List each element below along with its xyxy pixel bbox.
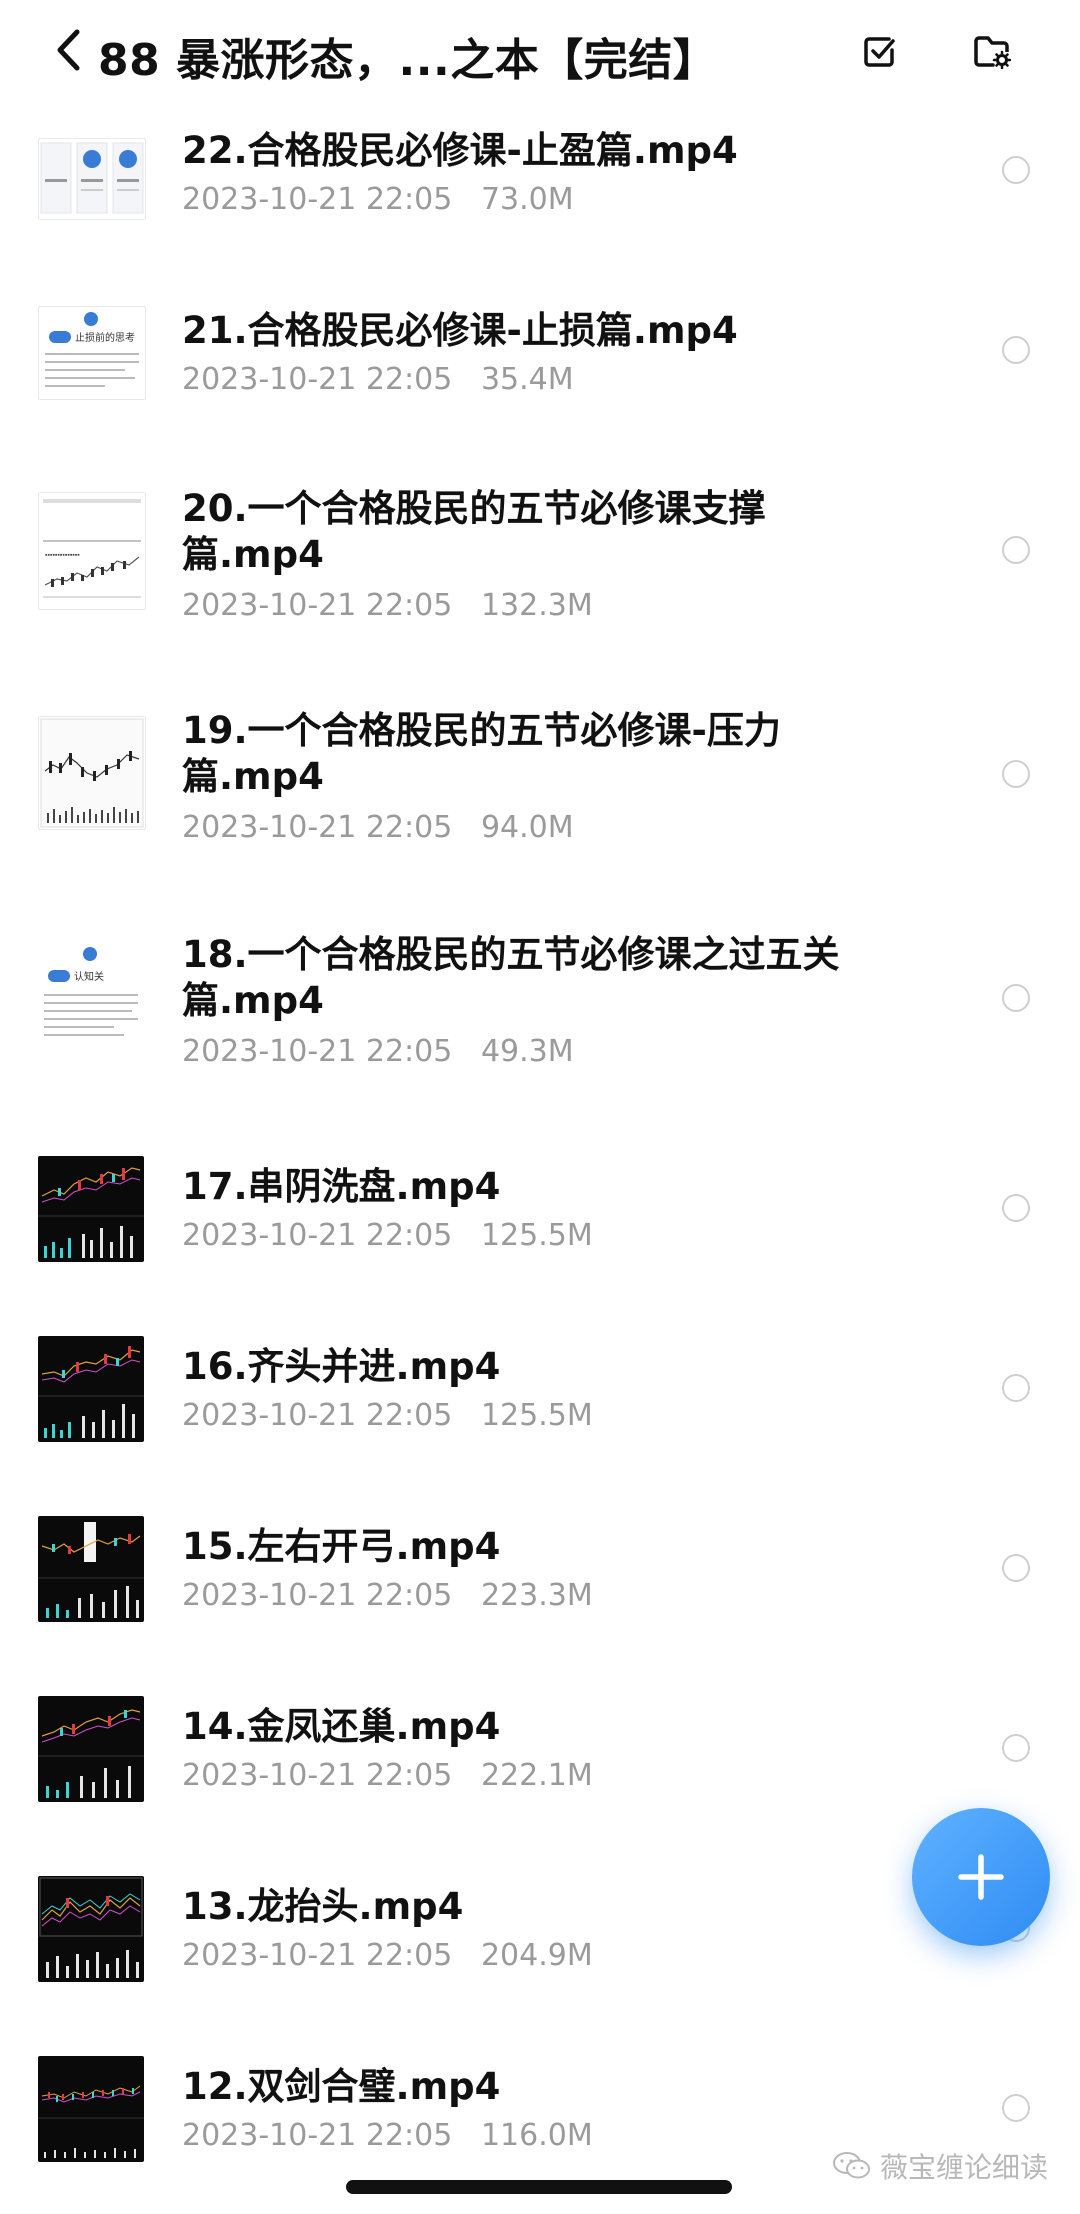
file-size: 94.0M: [480, 810, 574, 845]
file-date: 2023-10-21 22:05: [182, 588, 453, 623]
file-thumbnail: [38, 2056, 144, 2162]
file-meta: 2023-10-21 22:05 49.3M: [182, 1034, 574, 1069]
file-thumbnail: [38, 1336, 144, 1442]
file-size: 125.5M: [480, 1218, 593, 1253]
folder-settings-icon: [974, 36, 1011, 69]
file-date: 2023-10-21 22:05: [182, 1034, 453, 1069]
list-item[interactable]: 19.一个合格股民的五节必修课-压力篇.mp4 2023-10-21 22:05…: [0, 698, 1080, 878]
file-date: 2023-10-21 22:05: [182, 1398, 453, 1433]
file-meta: 2023-10-21 22:05 125.5M: [182, 1398, 593, 1433]
file-date: 2023-10-21 22:05: [182, 1578, 453, 1613]
plus-icon: [958, 1854, 1004, 1900]
thumb-caption: 认知关: [74, 970, 104, 983]
select-radio[interactable]: [1002, 1374, 1030, 1402]
list-item[interactable]: 认知关 18.一个合格股民的五节必修课之过五关篇.mp4 2023-10-21 …: [0, 922, 1080, 1102]
home-indicator[interactable]: [346, 2180, 732, 2194]
watermark: 薇宝缠论细读: [832, 2146, 1048, 2186]
list-item[interactable]: 止损前的思考 21.合格股民必修课-止损篇.mp4 2023-10-21 22:…: [0, 296, 1080, 426]
thumb-caption: 止损前的思考: [75, 331, 135, 344]
file-size: 125.5M: [480, 1398, 593, 1433]
select-radio[interactable]: [1002, 760, 1030, 788]
select-radio[interactable]: [1002, 336, 1030, 364]
folder-settings-button[interactable]: [970, 30, 1014, 74]
file-date: 2023-10-21 22:05: [182, 1218, 453, 1253]
file-meta: 2023-10-21 22:05 204.9M: [182, 1938, 593, 1973]
file-thumbnail: [38, 1516, 144, 1622]
file-name: 12.双剑合璧.mp4: [182, 2065, 501, 2108]
list-item[interactable]: 14.金凤还巢.mp4 2023-10-21 22:05 222.1M: [0, 1692, 1080, 1822]
file-thumbnail: 止损前的思考: [38, 306, 146, 400]
file-thumbnail: [38, 1876, 144, 1982]
file-date: 2023-10-21 22:05: [182, 1938, 453, 1973]
file-meta: 2023-10-21 22:05 132.3M: [182, 588, 593, 623]
wechat-icon: [833, 2152, 870, 2179]
file-date: 2023-10-21 22:05: [182, 2118, 453, 2153]
file-size: 222.1M: [480, 1758, 593, 1793]
file-meta: 2023-10-21 22:05 73.0M: [182, 182, 574, 217]
select-radio[interactable]: [1002, 536, 1030, 564]
file-size: 49.3M: [480, 1034, 574, 1069]
file-name: 18.一个合格股民的五节必修课之过五关篇.mp4: [182, 933, 840, 1022]
file-name: 13.龙抬头.mp4: [182, 1885, 464, 1928]
file-thumbnail: [38, 1696, 144, 1802]
file-size: 116.0M: [480, 2118, 593, 2153]
file-meta: 2023-10-21 22:05 116.0M: [182, 2118, 593, 2153]
file-meta: 2023-10-21 22:05 222.1M: [182, 1758, 593, 1793]
select-radio[interactable]: [1002, 1194, 1030, 1222]
svg-text:▪▪▪▪▪▪▪▪▪▪▪▪▪▪: ▪▪▪▪▪▪▪▪▪▪▪▪▪▪: [45, 552, 80, 559]
file-meta: 2023-10-21 22:05 125.5M: [182, 1218, 593, 1253]
file-thumbnail: [38, 716, 146, 830]
back-button[interactable]: [48, 22, 88, 78]
file-meta: 2023-10-21 22:05 35.4M: [182, 362, 574, 397]
file-name: 14.金凤还巢.mp4: [182, 1705, 501, 1748]
checkbox-icon: [864, 37, 895, 67]
list-item[interactable]: 22.合格股民必修课-止盈篇.mp4 2023-10-21 22:05 73.0…: [0, 120, 1080, 250]
list-item[interactable]: 15.左右开弓.mp4 2023-10-21 22:05 223.3M: [0, 1512, 1080, 1642]
file-name: 15.左右开弓.mp4: [182, 1525, 501, 1568]
file-thumbnail: [38, 1156, 144, 1262]
list-item[interactable]: ▪▪▪▪▪▪▪▪▪▪▪▪▪▪ 20.一个合格股民的五节必修课支撑篇.mp4 20…: [0, 476, 1080, 656]
file-size: 132.3M: [480, 588, 593, 623]
list-item[interactable]: 17.串阴洗盘.mp4 2023-10-21 22:05 125.5M: [0, 1152, 1080, 1282]
add-button[interactable]: [912, 1808, 1050, 1946]
file-size: 35.4M: [480, 362, 574, 397]
top-bar: 88 暴涨形态，...之本【完结】: [0, 0, 1080, 110]
file-size: 223.3M: [480, 1578, 593, 1613]
file-name: 16.齐头并进.mp4: [182, 1345, 501, 1388]
page-title: 88 暴涨形态，...之本【完结】: [98, 35, 718, 86]
list-item[interactable]: 16.齐头并进.mp4 2023-10-21 22:05 125.5M: [0, 1332, 1080, 1462]
file-date: 2023-10-21 22:05: [182, 182, 453, 217]
file-thumbnail: 认知关: [38, 936, 144, 1048]
file-date: 2023-10-21 22:05: [182, 1758, 453, 1793]
file-name: 22.合格股民必修课-止盈篇.mp4: [182, 129, 738, 172]
file-meta: 2023-10-21 22:05 223.3M: [182, 1578, 593, 1613]
file-meta: 2023-10-21 22:05 94.0M: [182, 810, 574, 845]
chevron-left-icon: [57, 29, 80, 71]
file-name: 20.一个合格股民的五节必修课支撑篇.mp4: [182, 487, 766, 576]
select-radio[interactable]: [1002, 1554, 1030, 1582]
file-thumbnail: [38, 138, 146, 220]
file-size: 204.9M: [480, 1938, 593, 1973]
select-button[interactable]: [858, 30, 902, 74]
select-radio[interactable]: [1002, 2094, 1030, 2122]
select-radio[interactable]: [1002, 156, 1030, 184]
select-radio[interactable]: [1002, 984, 1030, 1012]
file-size: 73.0M: [480, 182, 574, 217]
file-date: 2023-10-21 22:05: [182, 362, 453, 397]
watermark-text: 薇宝缠论细读: [880, 2151, 1049, 2184]
file-date: 2023-10-21 22:05: [182, 810, 453, 845]
file-name: 17.串阴洗盘.mp4: [182, 1165, 501, 1208]
select-radio[interactable]: [1002, 1734, 1030, 1762]
file-name: 21.合格股民必修课-止损篇.mp4: [182, 309, 738, 352]
file-name: 19.一个合格股民的五节必修课-压力篇.mp4: [182, 709, 781, 798]
file-thumbnail: ▪▪▪▪▪▪▪▪▪▪▪▪▪▪: [38, 492, 146, 610]
